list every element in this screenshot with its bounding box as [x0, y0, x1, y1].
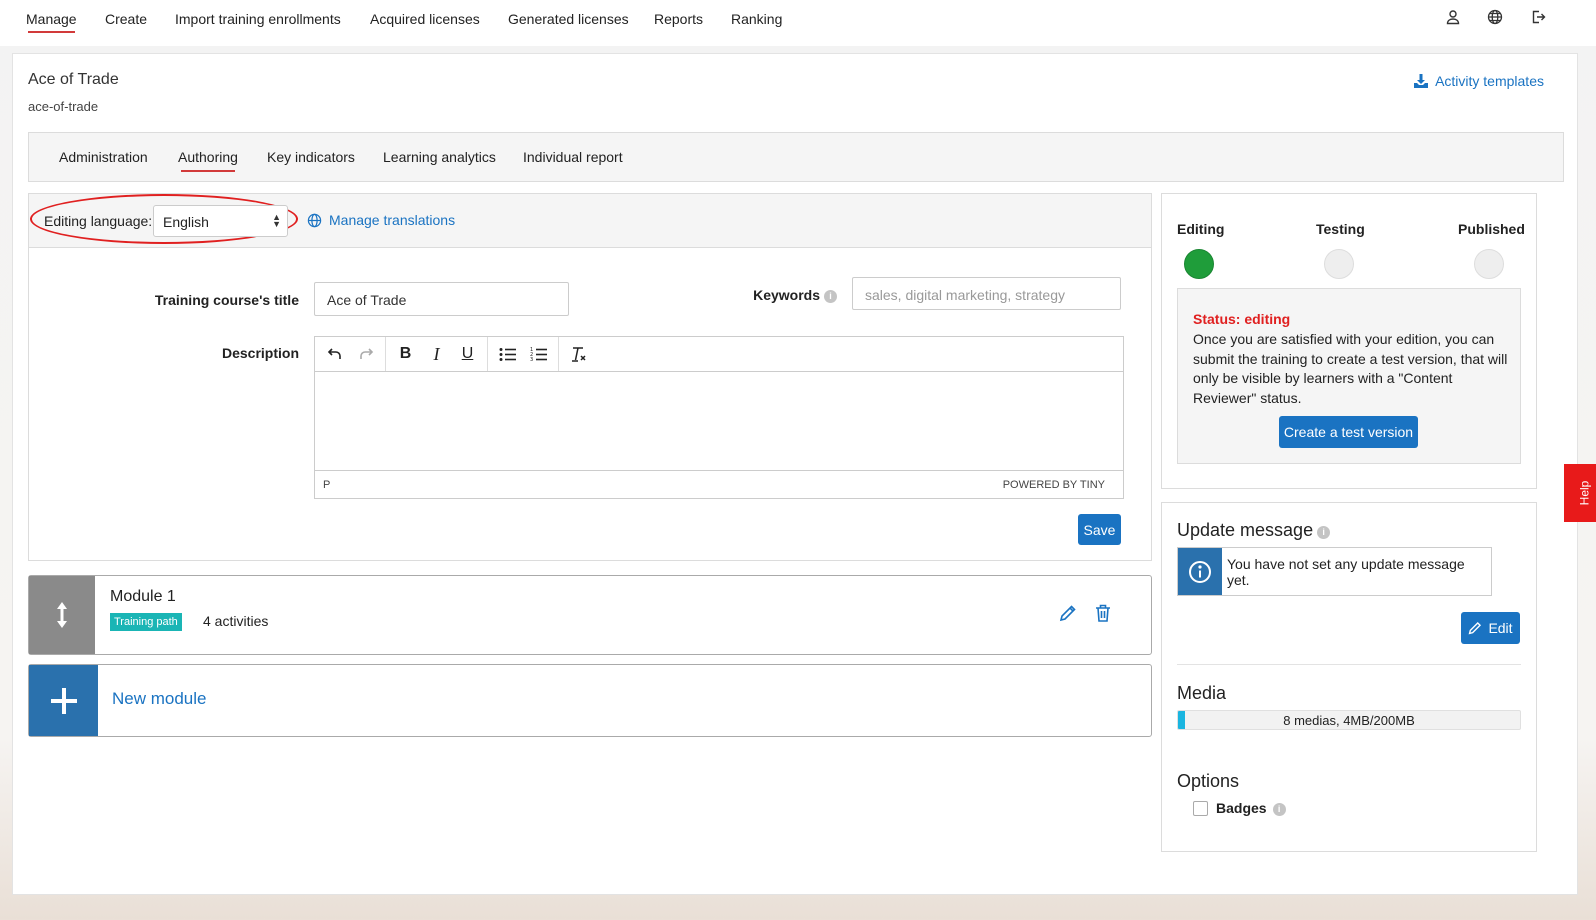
course-slug: ace-of-trade: [28, 99, 99, 114]
status-title: Status: editing: [1193, 311, 1291, 327]
element-path[interactable]: P: [323, 479, 330, 491]
main-card: Ace of Trade ace-of-trade Activity templ…: [12, 53, 1578, 895]
course-title: Ace of Trade: [28, 71, 119, 88]
editing-language-value: English: [163, 214, 209, 230]
nav-reports[interactable]: Reports: [654, 11, 703, 27]
media-title: Media: [1177, 683, 1227, 703]
badges-label: Badges i: [1216, 800, 1286, 816]
module-row[interactable]: Module 1 Training path 4 activities: [28, 575, 1152, 655]
update-message-title: Update message i: [1177, 520, 1331, 541]
help-tab[interactable]: Help: [1564, 464, 1596, 522]
title-field-label: Training course's title: [154, 292, 299, 308]
plus-icon: [29, 665, 98, 736]
title-input[interactable]: Ace of Trade: [314, 282, 569, 316]
update-message-text: You have not set any update message yet.: [1226, 555, 1465, 588]
svg-text:3: 3: [530, 357, 533, 362]
tab-key-indicators[interactable]: Key indicators: [267, 149, 355, 165]
bold-icon[interactable]: B: [390, 340, 421, 368]
user-icon[interactable]: [1445, 9, 1461, 30]
nav-generated-licenses[interactable]: Generated licenses: [508, 11, 629, 27]
info-icon[interactable]: i: [1272, 803, 1286, 816]
editor-content-area[interactable]: [315, 372, 1123, 470]
nav-ranking[interactable]: Ranking: [731, 11, 782, 27]
select-arrows-icon: ▲ ▼: [272, 212, 281, 229]
editing-language-label: Editing language:: [44, 213, 153, 229]
module-type-badge: Training path: [110, 613, 182, 631]
new-module-row[interactable]: New module: [28, 664, 1152, 737]
nav-import-enrollments[interactable]: Import training enrollments: [175, 11, 341, 27]
redo-icon[interactable]: [350, 340, 381, 368]
logout-icon[interactable]: [1530, 9, 1546, 30]
editor-panel: Editing language: English ▲ ▼ Manage tran…: [28, 193, 1152, 561]
numbered-list-icon[interactable]: 123: [523, 340, 554, 368]
powered-by-tiny[interactable]: POWERED BY TINY: [1003, 479, 1105, 491]
badges-checkbox[interactable]: [1193, 801, 1208, 816]
step-testing-indicator: [1324, 249, 1354, 279]
keywords-field-label: Keywords i: [729, 287, 837, 303]
media-usage-label: 8 medias, 4MB/200MB: [1283, 713, 1415, 728]
media-usage-bar: 8 medias, 4MB/200MB: [1177, 710, 1521, 730]
status-box: Status: editing Once you are satisfied w…: [1177, 288, 1521, 464]
tab-individual-report[interactable]: Individual report: [523, 149, 623, 165]
bullet-list-icon[interactable]: [492, 340, 523, 368]
tab-authoring[interactable]: Authoring: [178, 149, 238, 172]
update-message-box: You have not set any update message yet.: [1177, 547, 1492, 596]
language-bar: Editing language: English ▲ ▼ Manage tran…: [29, 194, 1151, 248]
drag-handle[interactable]: [29, 576, 95, 654]
trash-icon[interactable]: [1095, 604, 1111, 627]
keywords-input[interactable]: sales, digital marketing, strategy: [852, 277, 1121, 310]
globe-icon[interactable]: [1487, 9, 1503, 30]
editor-statusbar: P POWERED BY TINY: [315, 470, 1123, 498]
vertical-arrows-icon: [57, 602, 67, 628]
info-circle-icon: [1178, 548, 1222, 595]
publication-status-panel: Editing Testing Published Status: editin…: [1161, 193, 1537, 489]
badges-label-text: Badges: [1216, 800, 1267, 816]
nav-acquired-licenses[interactable]: Acquired licenses: [370, 11, 480, 27]
underline-icon[interactable]: U: [452, 340, 483, 368]
pencil-icon: [1469, 621, 1482, 635]
top-nav: Manage Create Import training enrollment…: [0, 0, 1596, 46]
edit-label: Edit: [1488, 620, 1513, 636]
manage-translations-link[interactable]: Manage translations: [307, 212, 455, 228]
status-description: Once you are satisfied with your edition…: [1193, 331, 1508, 406]
pencil-icon[interactable]: [1059, 604, 1077, 627]
step-published-indicator: [1474, 249, 1504, 279]
nav-create[interactable]: Create: [105, 11, 147, 27]
step-testing-label: Testing: [1316, 221, 1365, 237]
module-activity-count: 4 activities: [203, 613, 269, 629]
italic-icon[interactable]: I: [421, 340, 452, 368]
keywords-label-text: Keywords: [753, 287, 820, 303]
step-editing-label: Editing: [1177, 221, 1225, 237]
tab-learning-analytics[interactable]: Learning analytics: [383, 149, 496, 165]
course-tabs: Administration Authoring Key indicators …: [28, 132, 1564, 182]
editing-language-select[interactable]: English ▲ ▼: [153, 205, 288, 237]
course-settings-panel: Update message i You have not set any upd…: [1161, 502, 1537, 852]
activity-templates-label: Activity templates: [1435, 73, 1544, 89]
divider: [1177, 664, 1521, 665]
info-icon[interactable]: i: [1317, 526, 1331, 539]
help-label: Help: [1577, 480, 1591, 506]
tab-administration[interactable]: Administration: [59, 149, 148, 165]
nav-manage[interactable]: Manage: [26, 11, 77, 33]
undo-icon[interactable]: [319, 340, 350, 368]
activity-templates-link[interactable]: Activity templates: [1413, 73, 1544, 89]
description-editor: B I U 123 P POWERED BY TINY: [314, 336, 1124, 499]
info-icon[interactable]: i: [824, 290, 837, 303]
step-editing-indicator: [1184, 249, 1214, 279]
module-name: Module 1: [110, 588, 176, 605]
step-published-label: Published: [1458, 221, 1525, 237]
globe-icon: [307, 213, 322, 227]
options-title: Options: [1177, 771, 1240, 791]
description-field-label: Description: [221, 345, 299, 361]
editor-toolbar: B I U 123: [315, 337, 1123, 372]
manage-translations-label: Manage translations: [329, 212, 456, 228]
save-button[interactable]: Save: [1078, 514, 1121, 545]
update-message-title-text: Update message: [1177, 520, 1314, 540]
create-test-version-button[interactable]: Create a test version: [1279, 416, 1418, 448]
edit-update-button[interactable]: Edit: [1461, 612, 1520, 644]
new-module-label: New module: [112, 689, 207, 708]
download-icon: [1414, 74, 1429, 88]
clear-formatting-icon[interactable]: [563, 340, 594, 368]
